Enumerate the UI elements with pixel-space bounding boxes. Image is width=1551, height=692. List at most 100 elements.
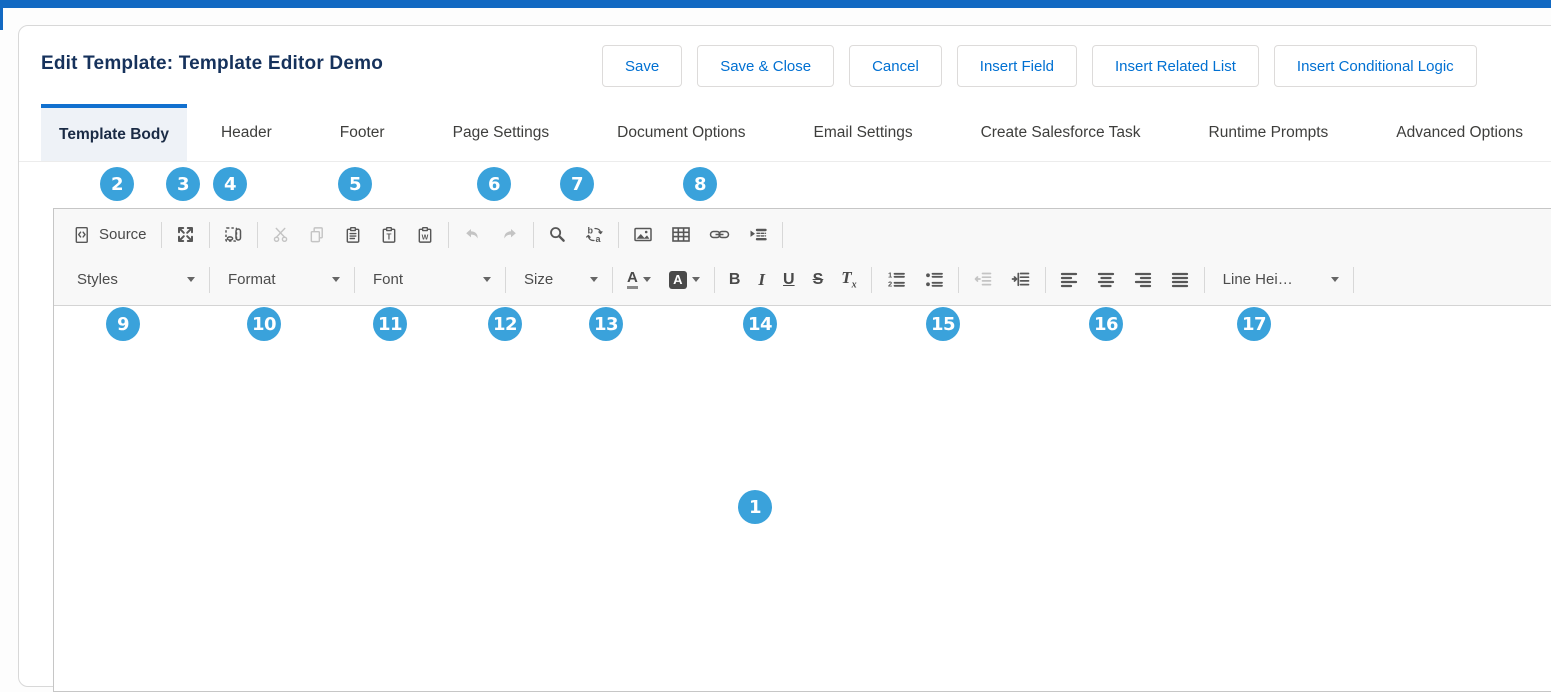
strikethrough-button[interactable]: S — [804, 264, 833, 296]
show-blocks-icon — [224, 225, 243, 244]
cut-button[interactable] — [263, 219, 299, 251]
left-accent-edge — [0, 8, 3, 30]
toolbar-separator — [1045, 267, 1046, 293]
numbered-list-button[interactable]: 12 — [877, 264, 915, 296]
background-color-button[interactable]: A — [660, 264, 709, 296]
chevron-down-icon — [1331, 277, 1339, 282]
line-height-dropdown[interactable]: Line Hei… — [1210, 265, 1348, 295]
tab-advanced-options[interactable]: Advanced Options — [1362, 104, 1551, 161]
toolbar-separator — [618, 222, 619, 248]
italic-button[interactable]: I — [749, 264, 774, 296]
chevron-down-icon — [643, 277, 651, 282]
remove-format-icon: Tx — [841, 269, 856, 290]
format-dropdown[interactable]: Format — [215, 265, 349, 295]
chevron-down-icon — [332, 277, 340, 282]
source-button[interactable]: Source — [64, 219, 156, 251]
align-right-icon — [1134, 270, 1153, 289]
insert-related-list-button[interactable]: Insert Related List — [1092, 45, 1259, 87]
tab-page-settings[interactable]: Page Settings — [419, 104, 584, 161]
editor-content-area[interactable] — [54, 306, 1551, 688]
save-and-close-button[interactable]: Save & Close — [697, 45, 834, 87]
page-break-button[interactable] — [739, 219, 777, 251]
size-dropdown-label: Size — [524, 271, 553, 288]
paste-from-word-icon: W — [416, 226, 434, 244]
replace-icon: ba — [585, 225, 604, 244]
svg-text:2: 2 — [888, 280, 892, 289]
text-color-icon: A — [627, 270, 638, 289]
rich-text-editor: Source — [53, 208, 1551, 692]
increase-indent-icon — [1011, 270, 1031, 289]
image-button[interactable] — [624, 219, 662, 251]
tab-template-body[interactable]: Template Body — [41, 104, 187, 161]
background-color-icon: A — [669, 271, 687, 289]
align-left-icon — [1060, 270, 1079, 289]
annotation-badge-17: 17 — [1237, 307, 1271, 341]
tab-email-settings[interactable]: Email Settings — [780, 104, 947, 161]
tab-runtime-prompts[interactable]: Runtime Prompts — [1175, 104, 1363, 161]
insert-conditional-logic-button[interactable]: Insert Conditional Logic — [1274, 45, 1477, 87]
bold-icon: B — [729, 272, 741, 288]
edit-template-panel: Edit Template: Template Editor Demo Save… — [18, 25, 1551, 687]
toolbar-separator — [871, 267, 872, 293]
tab-footer[interactable]: Footer — [306, 104, 419, 161]
copy-icon — [308, 226, 326, 244]
toolbar-separator — [1353, 267, 1354, 293]
top-accent-bar — [0, 0, 1551, 8]
redo-button[interactable] — [491, 219, 528, 251]
bold-button[interactable]: B — [720, 264, 750, 296]
tab-divider-line — [19, 161, 1551, 162]
maximize-button[interactable] — [167, 219, 204, 251]
bulleted-list-button[interactable] — [915, 264, 953, 296]
save-button[interactable]: Save — [602, 45, 682, 87]
size-dropdown[interactable]: Size — [511, 265, 607, 295]
decrease-indent-icon — [973, 270, 993, 289]
copy-button[interactable] — [299, 219, 335, 251]
align-center-button[interactable] — [1088, 264, 1125, 296]
align-center-icon — [1097, 270, 1116, 289]
underline-icon: U — [783, 272, 795, 288]
paste-from-word-button[interactable]: W — [407, 219, 443, 251]
font-dropdown[interactable]: Font — [360, 265, 500, 295]
justify-button[interactable] — [1162, 264, 1199, 296]
insert-field-button[interactable]: Insert Field — [957, 45, 1077, 87]
cancel-button[interactable]: Cancel — [849, 45, 942, 87]
justify-icon — [1171, 270, 1190, 289]
text-color-button[interactable]: A — [618, 264, 660, 296]
undo-button[interactable] — [454, 219, 491, 251]
replace-button[interactable]: ba — [576, 219, 613, 251]
tab-header[interactable]: Header — [187, 104, 306, 161]
increase-indent-button[interactable] — [1002, 264, 1040, 296]
tab-create-salesforce-task[interactable]: Create Salesforce Task — [947, 104, 1175, 161]
decrease-indent-button[interactable] — [964, 264, 1002, 296]
align-right-button[interactable] — [1125, 264, 1162, 296]
align-left-button[interactable] — [1051, 264, 1088, 296]
toolbar-separator — [958, 267, 959, 293]
find-button[interactable] — [539, 219, 576, 251]
annotation-badge-3: 3 — [166, 167, 200, 201]
table-button[interactable] — [662, 219, 700, 251]
svg-text:a: a — [595, 234, 601, 244]
styles-dropdown-label: Styles — [77, 271, 118, 288]
svg-text:b: b — [587, 226, 593, 236]
underline-button[interactable]: U — [774, 264, 804, 296]
paste-plain-text-button[interactable]: T — [371, 219, 407, 251]
paste-button[interactable] — [335, 219, 371, 251]
annotation-badge-9: 9 — [106, 307, 140, 341]
maximize-icon — [176, 225, 195, 244]
annotation-badge-8: 8 — [683, 167, 717, 201]
paste-plain-text-icon: T — [380, 226, 398, 244]
find-icon — [548, 225, 567, 244]
tab-document-options[interactable]: Document Options — [583, 104, 779, 161]
svg-text:W: W — [421, 233, 428, 241]
strikethrough-icon: S — [813, 272, 824, 288]
table-icon — [671, 225, 691, 244]
remove-format-button[interactable]: Tx — [832, 264, 865, 296]
link-button[interactable] — [700, 219, 739, 251]
styles-dropdown[interactable]: Styles — [64, 265, 204, 295]
chevron-down-icon — [187, 277, 195, 282]
show-blocks-button[interactable] — [215, 219, 252, 251]
toolbar-separator — [533, 222, 534, 248]
svg-text:1: 1 — [888, 271, 892, 280]
bulleted-list-icon — [924, 270, 944, 289]
source-icon — [73, 226, 91, 244]
